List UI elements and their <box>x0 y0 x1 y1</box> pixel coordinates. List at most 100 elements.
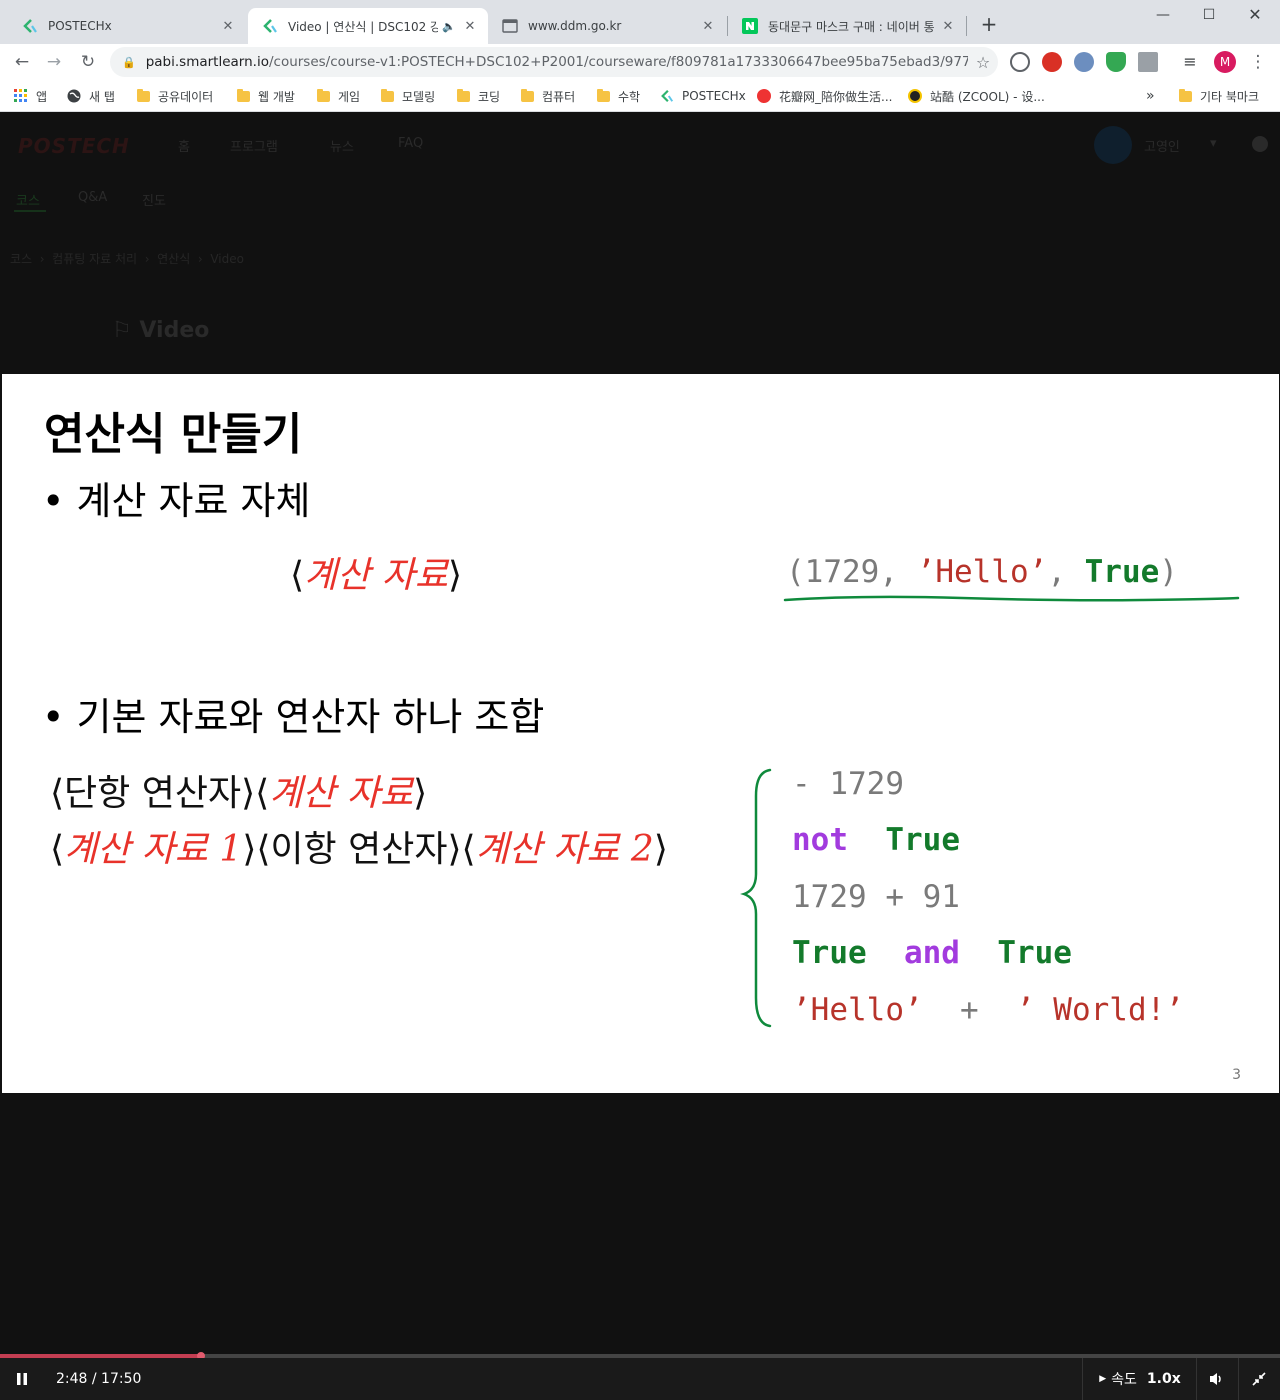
tab-separator <box>966 16 967 36</box>
bookmark-folder[interactable]: 공유데이터 <box>137 86 213 106</box>
close-tab-icon[interactable]: ✕ <box>220 19 236 34</box>
volume-button[interactable] <box>1200 1358 1234 1400</box>
tab-progress[interactable]: 진도 <box>142 190 166 209</box>
bookmark-label: 모델링 <box>402 89 436 104</box>
exit-fullscreen-button[interactable] <box>1242 1358 1276 1400</box>
bookmark-other[interactable]: 기타 북마크 <box>1179 86 1259 106</box>
close-window-button[interactable]: ✕ <box>1232 4 1278 26</box>
breadcrumb-item[interactable]: 코스 <box>10 252 32 266</box>
extension-lastpass-icon[interactable] <box>1042 52 1062 72</box>
bookmark-label: 花瓣网_陪你做生活... <box>779 89 893 104</box>
bookmark-folder[interactable]: 모델링 <box>381 86 435 106</box>
video-controls: 2:48 / 17:50 ▶ 속도 1.0x <box>0 1358 1280 1400</box>
chevron-down-icon[interactable]: ▾ <box>1210 136 1217 151</box>
tab-video[interactable]: Video | 연산식 | DSC102 강좌 🔈 ✕ <box>248 8 488 44</box>
bookmark-folder[interactable]: 게임 <box>317 86 360 106</box>
slide-grammar-binary: ⟨계산 자료 1⟩⟨이항 연산자⟩⟨계산 자료 2⟩ <box>50 829 668 870</box>
extension-blue-icon[interactable] <box>1074 52 1094 72</box>
bookmark-apps[interactable]: 앱 <box>14 86 47 106</box>
breadcrumb-item[interactable]: 연산식 <box>157 252 190 266</box>
bookmark-folder[interactable]: 웹 개발 <box>237 86 295 106</box>
folder-icon <box>1179 88 1192 102</box>
close-tab-icon[interactable]: ✕ <box>462 19 478 34</box>
tab-postechx[interactable]: POSTECHx ✕ <box>8 8 246 44</box>
back-button[interactable]: ← <box>10 50 34 74</box>
slide-code-tuple: (1729, ’Hello’, True) <box>786 554 1178 590</box>
slide-page-number: 3 <box>1232 1067 1241 1083</box>
extension-shield-icon[interactable] <box>1106 52 1126 72</box>
folder-icon <box>317 88 330 102</box>
globe-icon <box>67 89 81 103</box>
bookmark-zcool[interactable]: 站酷 (ZCOOL) - 设... <box>908 86 1045 106</box>
tab-title: www.ddm.go.kr <box>528 19 622 33</box>
tab-qa[interactable]: Q&A <box>78 190 107 205</box>
naver-favicon-icon <box>742 18 758 34</box>
slide-example-not: not True <box>792 822 960 858</box>
reload-button[interactable]: ↻ <box>76 50 100 74</box>
minimize-button[interactable]: — <box>1140 4 1186 26</box>
huaban-icon <box>757 89 771 103</box>
forward-button[interactable]: → <box>42 50 66 74</box>
postechx-favicon-icon <box>262 18 278 34</box>
speed-value: 1.0x <box>1146 1371 1181 1387</box>
tab-course[interactable]: 코스 <box>16 190 40 209</box>
new-tab-button[interactable]: + <box>978 12 1000 36</box>
breadcrumb: 코스 › 컴퓨팅 자료 처리 › 연산식 › Video <box>10 252 244 266</box>
folder-icon <box>137 88 150 102</box>
bookmark-label: 공유데이터 <box>158 89 214 104</box>
close-tab-icon[interactable]: ✕ <box>940 19 956 34</box>
close-tab-icon[interactable]: ✕ <box>700 19 716 34</box>
zcool-icon <box>908 89 922 103</box>
tab-ddm[interactable]: www.ddm.go.kr ✕ <box>488 8 726 44</box>
folder-icon <box>597 88 610 102</box>
bookmarks-bar: 앱 새 탭 공유데이터 웹 개발 게임 모델링 코딩 컴퓨터 수학 POSTEC… <box>0 80 1280 112</box>
slide-bullet-2: • 기본 자료와 연산자 하나 조합 <box>42 695 545 739</box>
bookmark-icon[interactable]: ⚐ <box>112 318 132 343</box>
apps-grid-icon <box>14 89 28 103</box>
bookmark-label: 코딩 <box>478 89 501 104</box>
nav-home[interactable]: 홈 <box>178 136 190 155</box>
unit-title-text: Video <box>139 318 210 343</box>
bookmark-new-tab[interactable]: 새 탭 <box>67 86 115 106</box>
audio-playing-icon[interactable]: 🔈 <box>442 20 456 33</box>
tab-naver[interactable]: 동대문구 마스크 구매 : 네이버 통합검색 ✕ <box>728 8 966 44</box>
speed-button[interactable]: ▶ 속도 1.0x <box>1090 1358 1190 1400</box>
profile-avatar[interactable]: M <box>1214 51 1236 73</box>
bookmark-postechx[interactable]: POSTECHx <box>660 86 746 106</box>
nav-programs[interactable]: 프로그램 <box>230 136 278 155</box>
slide-example-add: 1729 + 91 <box>792 879 960 915</box>
bookmark-folder[interactable]: 코딩 <box>457 86 500 106</box>
extension-reader-icon[interactable] <box>1138 52 1158 72</box>
user-name[interactable]: 고영인 <box>1144 136 1180 155</box>
breadcrumb-item[interactable]: 컴퓨팅 자료 처리 <box>52 252 137 266</box>
folder-icon <box>521 88 534 102</box>
nav-news[interactable]: 뉴스 <box>330 136 354 155</box>
menu-kebab-icon[interactable]: ⋮ <box>1246 50 1270 74</box>
address-bar[interactable]: 🔒 pabi.smartlearn.io/courses/course-v1:P… <box>110 47 998 77</box>
nav-faq[interactable]: FAQ <box>398 136 423 151</box>
postech-logo[interactable]: POSTECH <box>18 134 130 158</box>
slide-grammar-calc-data: ⟨계산 자료⟩ <box>290 555 463 596</box>
help-icon[interactable] <box>1252 136 1268 152</box>
bookmark-label: 웹 개발 <box>258 89 295 104</box>
pause-button[interactable] <box>0 1358 44 1400</box>
bookmark-star-icon[interactable]: ☆ <box>968 53 998 72</box>
folder-icon <box>457 88 470 102</box>
video-frame-slide[interactable]: 연산식 만들기 • 계산 자료 자체 ⟨계산 자료⟩ (1729, ’Hello… <box>2 374 1279 1093</box>
bookmark-folder[interactable]: 컴퓨터 <box>521 86 575 106</box>
bookmark-label: 컴퓨터 <box>542 89 576 104</box>
bookmarks-overflow-button[interactable]: » <box>1146 86 1155 106</box>
bookmark-label: POSTECHx <box>682 89 746 103</box>
user-avatar[interactable] <box>1094 126 1132 164</box>
triangle-right-icon: ▶ <box>1099 1374 1107 1384</box>
folder-icon <box>237 88 250 102</box>
extension-cloud-icon[interactable] <box>1010 52 1030 72</box>
volume-icon <box>1210 1373 1221 1385</box>
url-text[interactable]: pabi.smartlearn.io/courses/course-v1:POS… <box>146 54 968 70</box>
slide-grammar-unary: ⟨단항 연산자⟩⟨계산 자료⟩ <box>50 773 428 814</box>
slide-example-negate: - 1729 <box>792 766 904 802</box>
bookmark-folder[interactable]: 수학 <box>597 86 640 106</box>
maximize-button[interactable]: ☐ <box>1186 4 1232 26</box>
media-control-icon[interactable]: ≡ <box>1180 52 1200 72</box>
bookmark-huaban[interactable]: 花瓣网_陪你做生活... <box>757 86 892 106</box>
